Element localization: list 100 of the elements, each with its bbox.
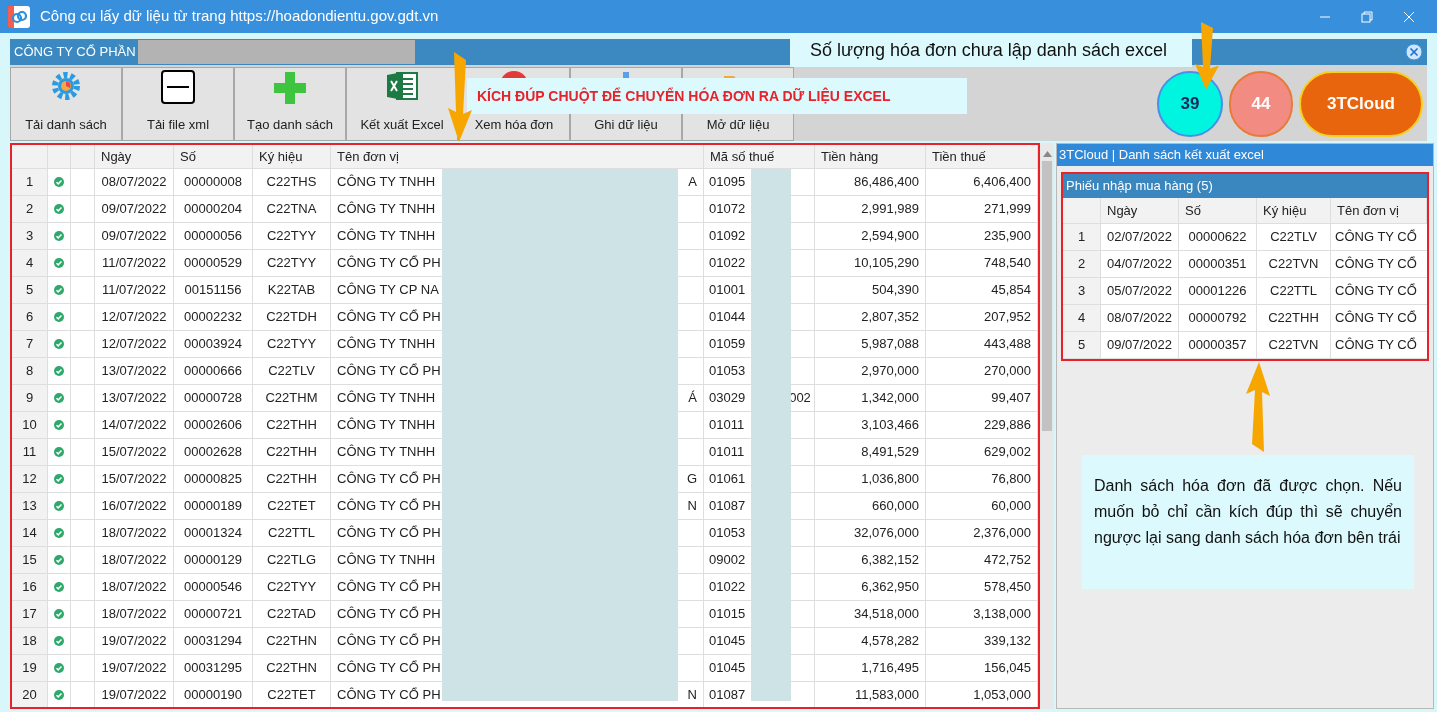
table-cell-text: CÔNG TY CỔ PH: [337, 497, 441, 516]
table-cell: 34,518,000: [815, 601, 926, 628]
table-cell: 00000825: [174, 466, 253, 493]
table-cell: 13/07/2022: [95, 358, 174, 385]
table-cell: C22TET: [253, 493, 331, 520]
table-cell: 2,970,000: [815, 358, 926, 385]
table-cell-text: CÔNG TY TNHH: [337, 389, 436, 408]
table-cell: C22TYY: [253, 331, 331, 358]
table-cell: 00031295: [174, 655, 253, 682]
table-cell-text: A: [688, 173, 697, 192]
row-number: 5: [1063, 332, 1101, 359]
table-cell: 00000666: [174, 358, 253, 385]
table-cell-text: 01087: [709, 686, 746, 705]
table-cell-text: 01044: [709, 308, 746, 327]
table-cell-text: CÔNG TY CỔ PH: [337, 659, 441, 678]
table-cell: 13/07/2022: [95, 385, 174, 412]
table-cell-text: CÔNG TY TNHH: [337, 443, 436, 462]
table-cell-text: 01087: [709, 497, 746, 516]
panel-header: 3TCloud | Danh sách kết xuất excel: [1057, 144, 1433, 166]
table-cell-text: 01015: [709, 605, 746, 624]
table-cell: 45,854: [926, 277, 1038, 304]
table-cell: 2,594,900: [815, 223, 926, 250]
table-cell: C22TVN: [1257, 251, 1331, 278]
table-cell-text: Á: [688, 389, 697, 408]
table-cell: 443,488: [926, 331, 1038, 358]
table-cell-text: CÔNG TY TNHH: [337, 335, 436, 354]
table-cell: 09/07/2022: [1101, 332, 1179, 359]
table-cell: 1,053,000: [926, 682, 1038, 707]
row-number: 15: [12, 547, 48, 574]
table-cell-text: CÔNG TY TNHH: [337, 227, 436, 246]
table-cell: CÔNG TY CỔ: [1331, 251, 1427, 278]
table-cell: C22THH: [253, 412, 331, 439]
table-cell-text: N: [687, 497, 697, 516]
table-cell: 235,900: [926, 223, 1038, 250]
row-number: 2: [1063, 251, 1101, 278]
table-cell: 12/07/2022: [95, 331, 174, 358]
table-cell-text: N: [687, 686, 697, 705]
row-number: 9: [12, 385, 48, 412]
table-cell: 3,103,466: [815, 412, 926, 439]
table-cell: 2,376,000: [926, 520, 1038, 547]
table-cell-text: CÔNG TY CỔ PH: [337, 470, 441, 489]
table-cell: 270,000: [926, 358, 1038, 385]
row-number: 11: [12, 439, 48, 466]
table-cell: 00000204: [174, 196, 253, 223]
row-number: 12: [12, 466, 48, 493]
table-cell: C22TNA: [253, 196, 331, 223]
table-cell-text: CÔNG TY CỔ PH: [337, 605, 441, 624]
row-number: 4: [1063, 305, 1101, 332]
table-cell: 472,752: [926, 547, 1038, 574]
table-cell: 578,450: [926, 574, 1038, 601]
row-number: 5: [12, 277, 48, 304]
table-cell: 04/07/2022: [1101, 251, 1179, 278]
table-cell: 14/07/2022: [95, 412, 174, 439]
table-cell: 00000357: [1179, 332, 1257, 359]
table-cell: 08/07/2022: [1101, 305, 1179, 332]
table-cell: 18/07/2022: [95, 520, 174, 547]
table-cell: 16/07/2022: [95, 493, 174, 520]
table-cell: 4,578,282: [815, 628, 926, 655]
table-cell: 00002606: [174, 412, 253, 439]
table-cell: 32,076,000: [815, 520, 926, 547]
table-cell: 19/07/2022: [95, 655, 174, 682]
table-cell: C22TTL: [1257, 278, 1331, 305]
row-number: 3: [1063, 278, 1101, 305]
table-cell-text: CÔNG TY CỔ PH: [337, 254, 441, 273]
table-cell-text: 01092: [709, 227, 746, 246]
row-number: 1: [12, 169, 48, 196]
table-cell: 18/07/2022: [95, 547, 174, 574]
table-cell: 6,382,152: [815, 547, 926, 574]
table-cell-text: 01053: [709, 362, 746, 381]
table-cell-text: CÔNG TY CỔ PH: [337, 578, 441, 597]
table-cell: 1,716,495: [815, 655, 926, 682]
row-number: 7: [12, 331, 48, 358]
table-cell-text: CÔNG TY CP NA: [337, 281, 439, 300]
table-cell: 00002628: [174, 439, 253, 466]
table-cell: 5,987,088: [815, 331, 926, 358]
table-cell-text: CÔNG TY CỔ PH: [337, 686, 441, 705]
table-cell: C22THH: [253, 439, 331, 466]
table-cell: C22TLG: [253, 547, 331, 574]
table-cell: 11/07/2022: [95, 250, 174, 277]
table-cell-text: 01011: [709, 443, 745, 462]
table-cell: 15/07/2022: [95, 439, 174, 466]
row-number: 19: [12, 655, 48, 682]
table-cell: 00031294: [174, 628, 253, 655]
table-cell: 02/07/2022: [1101, 224, 1179, 251]
table-cell-text: 01001: [709, 281, 746, 300]
row-number: 13: [12, 493, 48, 520]
row-number: 8: [12, 358, 48, 385]
table-cell: 2,807,352: [815, 304, 926, 331]
table-cell: C22TLV: [253, 358, 331, 385]
table-cell: 00001226: [1179, 278, 1257, 305]
table-cell: 3,138,000: [926, 601, 1038, 628]
table-cell-text: G: [686, 470, 697, 489]
table-cell: 748,540: [926, 250, 1038, 277]
table-cell: 00151156: [174, 277, 253, 304]
table-cell: 504,390: [815, 277, 926, 304]
table-cell-text: 01072: [709, 200, 746, 219]
table-cell-text: CÔNG TY TNHH: [337, 200, 436, 219]
table-cell: 339,132: [926, 628, 1038, 655]
table-cell: C22TTL: [253, 520, 331, 547]
table-cell-text: 01061: [709, 470, 746, 489]
